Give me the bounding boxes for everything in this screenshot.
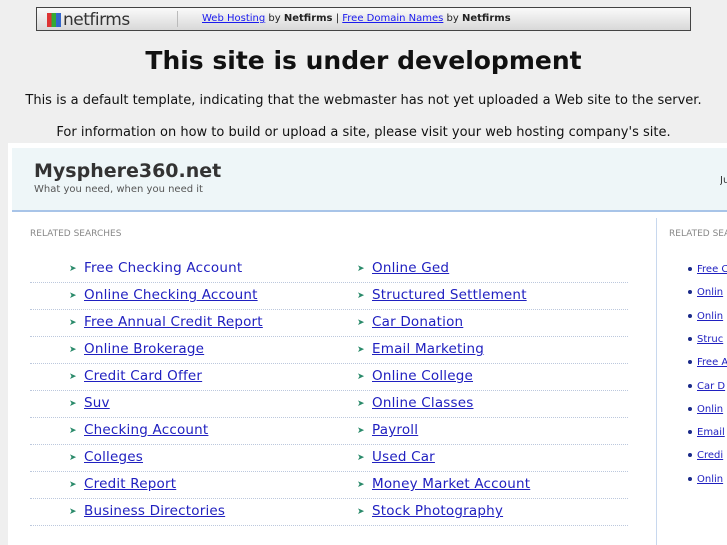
related-search-link[interactable]: Online Ged [372, 260, 449, 276]
bullet-icon [688, 406, 692, 411]
sidebar-search-item: Onlin [688, 404, 727, 415]
info-text-2: For information on how to build or uploa… [56, 125, 671, 140]
arrow-icon: ➤ [69, 399, 77, 409]
related-search-link[interactable]: Business Directories [84, 503, 225, 519]
related-searches-label: RELATED SEARCHES [30, 229, 122, 239]
free-domain-names-link[interactable]: Free Domain Names [342, 13, 443, 24]
netfirms-banner: netfirms Web Hosting by Netfirms | Free … [36, 7, 691, 31]
arrow-icon: ➤ [357, 372, 365, 382]
sidebar-search-item: Car D [688, 381, 727, 392]
sidebar-search-link[interactable]: Onlin [697, 474, 723, 485]
related-search-link[interactable]: Structured Settlement [372, 287, 527, 303]
sidebar-search-item: Email [688, 427, 727, 438]
site-header: Mysphere360.net What you need, when you … [12, 148, 727, 212]
arrow-icon: ➤ [69, 345, 77, 355]
netfirms-logo[interactable]: netfirms [47, 10, 130, 30]
sidebar-search-link[interactable]: Onlin [697, 287, 723, 298]
sidebar-search-item: Struc [688, 334, 727, 345]
search-row: ➤ Suv ➤ Online Classes [30, 391, 628, 418]
search-row: ➤ Checking Account ➤ Payroll [30, 418, 628, 445]
related-search-link[interactable]: Free Annual Credit Report [84, 314, 263, 330]
sidebar-search-link[interactable]: Email [697, 427, 725, 438]
site-name: Mysphere360.net [34, 160, 222, 182]
bullet-icon [688, 336, 692, 341]
related-search-link[interactable]: Free Checking Account [84, 260, 242, 276]
sidebar-search-item: Credi [688, 450, 727, 461]
arrow-icon: ➤ [69, 318, 77, 328]
sidebar-search-item: Free C [688, 264, 727, 275]
sidebar-search-link[interactable]: Onlin [697, 311, 723, 322]
parked-page-panel: Mysphere360.net What you need, when you … [8, 143, 727, 545]
arrow-icon: ➤ [69, 453, 77, 463]
search-row: ➤ Online Brokerage ➤ Email Marketing [30, 337, 628, 364]
info-text-1: This is a default template, indicating t… [25, 93, 702, 108]
sidebar-search-link[interactable]: Car D [697, 381, 725, 392]
related-search-link[interactable]: Suv [84, 395, 110, 411]
sidebar-search-link[interactable]: Credi [697, 450, 723, 461]
sidebar-search-link[interactable]: Struc [697, 334, 723, 345]
bullet-icon [688, 430, 692, 435]
related-search-link[interactable]: Credit Card Offer [84, 368, 202, 384]
sidebar-search-link[interactable]: Onlin [697, 404, 723, 415]
search-row: ➤ Colleges ➤ Used Car [30, 445, 628, 472]
related-search-link[interactable]: Car Donation [372, 314, 463, 330]
related-search-link[interactable]: Stock Photography [372, 503, 503, 519]
arrow-icon: ➤ [69, 426, 77, 436]
arrow-icon: ➤ [357, 453, 365, 463]
search-row: ➤ Credit Report ➤ Money Market Account [30, 472, 628, 499]
page-title: This site is under development [145, 46, 582, 75]
sidebar-search-link[interactable]: Free A [697, 357, 727, 368]
related-search-link[interactable]: Online Checking Account [84, 287, 258, 303]
bullet-icon [688, 313, 692, 318]
related-search-link[interactable]: Payroll [372, 422, 418, 438]
arrow-icon: ➤ [357, 291, 365, 301]
arrow-icon: ➤ [357, 399, 365, 409]
related-search-link[interactable]: Used Car [372, 449, 435, 465]
bullet-icon [688, 267, 692, 271]
bullet-icon [688, 360, 692, 365]
related-search-link[interactable]: Online Classes [372, 395, 474, 411]
bullet-icon [688, 453, 692, 458]
sidebar-search-item: Onlin [688, 311, 727, 322]
related-search-link[interactable]: Credit Report [84, 476, 176, 492]
sidebar-related-searches-label: RELATED SEARCHES [669, 229, 727, 239]
netfirms-logo-icon [47, 13, 61, 27]
search-row: ➤ Free Checking Account ➤ Online Ged [30, 256, 628, 283]
site-tagline: What you need, when you need it [34, 184, 203, 195]
arrow-icon: ➤ [357, 264, 365, 274]
search-row: ➤ Business Directories ➤ Stock Photograp… [30, 499, 628, 526]
arrow-icon: ➤ [357, 480, 365, 490]
related-search-link[interactable]: Online College [372, 368, 473, 384]
sidebar-search-item: Free A [688, 357, 727, 368]
divider [177, 11, 178, 27]
arrow-icon: ➤ [69, 372, 77, 382]
related-search-link[interactable]: Money Market Account [372, 476, 530, 492]
search-row: ➤ Free Annual Credit Report ➤ Car Donati… [30, 310, 628, 337]
related-search-link[interactable]: Colleges [84, 449, 143, 465]
bullet-icon [688, 476, 692, 481]
bullet-icon [688, 383, 692, 388]
sidebar-search-item: Onlin [688, 474, 727, 485]
search-row: ➤ Credit Card Offer ➤ Online College [30, 364, 628, 391]
arrow-icon: ➤ [357, 507, 365, 517]
arrow-icon: ➤ [69, 480, 77, 490]
banner-links: Web Hosting by Netfirms | Free Domain Na… [202, 13, 511, 24]
related-search-link[interactable]: Online Brokerage [84, 341, 204, 357]
arrow-icon: ➤ [69, 264, 77, 274]
arrow-icon: ➤ [357, 318, 365, 328]
web-hosting-link[interactable]: Web Hosting [202, 13, 265, 24]
bullet-icon [688, 290, 692, 295]
arrow-icon: ➤ [357, 426, 365, 436]
sidebar-search-link[interactable]: Free C [697, 264, 727, 275]
arrow-icon: ➤ [69, 507, 77, 517]
search-row: ➤ Online Checking Account ➤ Structured S… [30, 283, 628, 310]
arrow-icon: ➤ [357, 345, 365, 355]
related-search-link[interactable]: Email Marketing [372, 341, 484, 357]
related-search-link[interactable]: Checking Account [84, 422, 208, 438]
arrow-icon: ➤ [69, 291, 77, 301]
header-right-text: Ju [720, 175, 727, 186]
column-divider [656, 218, 657, 545]
sidebar-search-item: Onlin [688, 287, 727, 298]
